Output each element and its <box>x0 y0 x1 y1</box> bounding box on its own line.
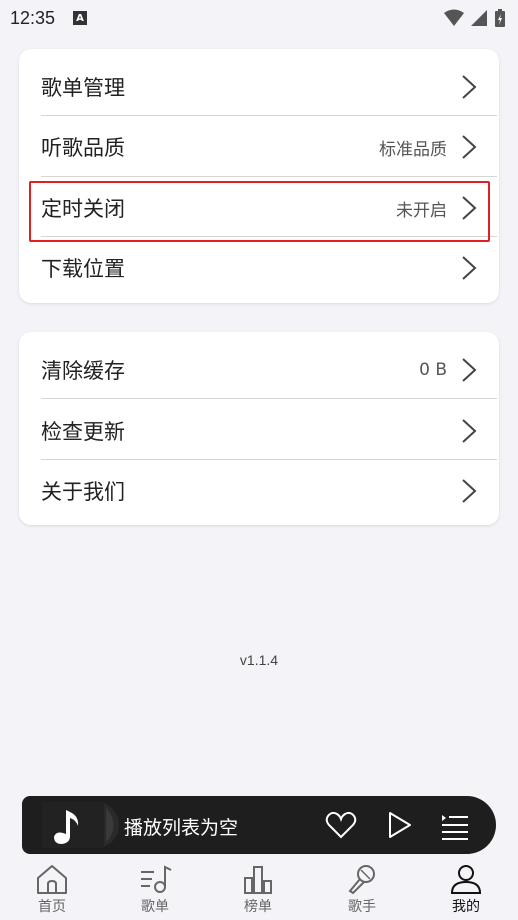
settings-row-clear-cache[interactable]: 清除缓存 0 B <box>19 340 499 400</box>
chart-icon <box>244 866 272 894</box>
tab-label: 歌单 <box>141 899 169 915</box>
settings-row-download-location[interactable]: 下载位置 <box>19 238 499 298</box>
settings-card-playback: 歌单管理 听歌品质 标准品质 定时关闭 未开启 下载位置 <box>19 49 499 303</box>
tab-mine[interactable]: 我的 <box>426 856 506 920</box>
status-icons <box>444 8 506 28</box>
settings-row-about-us[interactable]: 关于我们 <box>19 461 499 521</box>
row-label: 听歌品质 <box>41 136 125 160</box>
battery-icon <box>495 9 505 27</box>
heart-icon[interactable] <box>324 808 358 842</box>
tab-home[interactable]: 首页 <box>12 856 92 920</box>
chevron-right-icon <box>462 419 477 443</box>
tab-playlist[interactable]: 歌单 <box>115 856 195 920</box>
wifi-icon <box>444 9 464 26</box>
tab-artists[interactable]: 歌手 <box>322 856 402 920</box>
status-time: 12:35 <box>10 7 56 28</box>
album-disc-icon <box>42 802 119 848</box>
row-label: 关于我们 <box>41 480 125 504</box>
notification-a-icon: A <box>73 11 88 25</box>
settings-row-audio-quality[interactable]: 听歌品质 标准品质 <box>19 117 499 177</box>
bottom-tab-bar: 首页 歌单 榜单 歌手 我的 <box>0 856 518 920</box>
settings-row-playlist-manage[interactable]: 歌单管理 <box>19 57 499 117</box>
playlist-queue-icon[interactable] <box>438 808 472 842</box>
signal-icon <box>471 10 487 26</box>
playlist-icon <box>141 865 172 893</box>
settings-card-app: 清除缓存 0 B 检查更新 关于我们 <box>19 332 499 525</box>
chevron-right-icon <box>462 75 477 99</box>
divider <box>41 176 497 177</box>
mini-player[interactable]: 播放列表为空 <box>22 796 496 854</box>
row-label: 歌单管理 <box>41 76 125 100</box>
microphone-icon <box>348 865 375 894</box>
sleep-timer-highlight <box>29 181 490 242</box>
chevron-right-icon <box>462 358 477 382</box>
tab-label: 首页 <box>38 899 66 915</box>
settings-row-check-update[interactable]: 检查更新 <box>19 401 499 461</box>
divider <box>41 459 497 460</box>
chevron-right-icon <box>462 256 477 280</box>
play-icon[interactable] <box>382 808 416 842</box>
chevron-right-icon <box>462 135 477 159</box>
row-value: 0 B <box>419 360 447 380</box>
user-icon <box>450 865 482 894</box>
tab-label: 歌手 <box>348 899 376 915</box>
tab-label: 我的 <box>452 899 480 915</box>
app-version: v1.1.4 <box>239 652 279 668</box>
tab-label: 榜单 <box>244 899 272 915</box>
row-label: 检查更新 <box>41 420 125 444</box>
home-icon <box>37 865 67 894</box>
divider <box>41 115 497 116</box>
row-value: 标准品质 <box>379 139 447 160</box>
player-title: 播放列表为空 <box>124 817 239 839</box>
status-bar: 12:35 A <box>0 0 518 36</box>
chevron-right-icon <box>462 479 477 503</box>
row-label: 下载位置 <box>41 257 125 281</box>
tab-charts[interactable]: 榜单 <box>218 856 298 920</box>
divider <box>41 398 497 399</box>
row-label: 清除缓存 <box>41 359 125 383</box>
